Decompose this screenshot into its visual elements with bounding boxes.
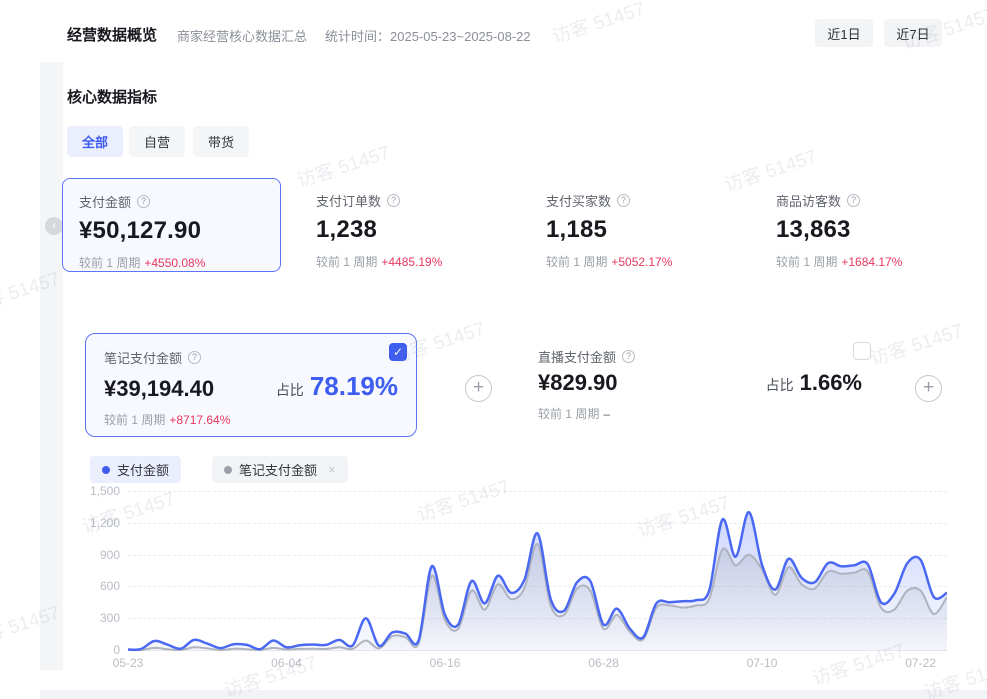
section-title-core-metrics: 核心数据指标 <box>67 86 157 107</box>
compare-label: 较前 1 周期 <box>79 256 140 270</box>
share-value: 1.66% <box>800 370 862 396</box>
tab-1[interactable]: 自营 <box>129 126 185 157</box>
note-payment-area <box>128 544 947 650</box>
y-axis-tick: 600 <box>72 579 120 593</box>
visitor-watermark: 访客 51457 <box>866 316 966 371</box>
carousel-left-arrow[interactable]: ‹ <box>45 217 63 235</box>
metric-label-text: 支付订单数 <box>316 191 381 210</box>
tab-0[interactable]: 全部 <box>67 126 123 157</box>
sub-card-label: 笔记支付金额? <box>104 348 398 367</box>
share-value: 78.19% <box>310 371 398 402</box>
left-gutter <box>40 62 63 670</box>
trend-area-chart <box>128 487 947 652</box>
metric-label-text: 商品访客数 <box>776 191 841 210</box>
share-group: 占比 78.19% <box>276 371 398 402</box>
page-subtitle: 商家经营核心数据汇总 <box>177 26 307 45</box>
checkbox-checked[interactable]: ✓ <box>389 343 407 361</box>
metric-label: 商品访客数? <box>776 191 963 210</box>
metric-label: 支付买家数? <box>546 191 733 210</box>
range-button-1day[interactable]: 近1日 <box>815 19 873 47</box>
legend-label: 支付金额 <box>117 460 169 479</box>
metric-card-1[interactable]: 支付订单数? 1,238 较前 1 周期 +4485.19% <box>300 178 519 272</box>
checkbox-unchecked[interactable] <box>853 342 871 360</box>
legend-pill-0[interactable]: 支付金额 <box>90 456 181 483</box>
add-metric-button-2[interactable]: + <box>915 375 942 402</box>
y-axis-tick: 0 <box>72 643 120 657</box>
metric-label: 支付金额? <box>79 192 264 211</box>
sub-card-compare: 较前 1 周期 +8717.64% <box>104 411 398 428</box>
info-icon[interactable]: ? <box>188 351 201 364</box>
metric-compare: 较前 1 周期 +4550.08% <box>79 254 264 271</box>
page-title: 经营数据概览 <box>67 24 157 45</box>
sub-card-0[interactable]: ✓笔记支付金额?¥39,194.40占比78.19%较前 1 周期+8717.6… <box>85 333 417 437</box>
x-axis-tick: 06-16 <box>430 656 461 670</box>
visitor-watermark: 访客 51457 <box>548 0 648 49</box>
sub-card-values: ¥829.90 占比 1.66% <box>538 370 862 396</box>
compare-label: 较前 1 周期 <box>104 413 165 427</box>
compare-delta: – <box>603 407 610 421</box>
close-icon[interactable]: × <box>328 462 336 477</box>
metric-label-text: 支付买家数 <box>546 191 611 210</box>
sub-card-label: 直播支付金额? <box>538 347 862 366</box>
metric-value: 1,238 <box>316 216 503 244</box>
metric-label-text: 支付金额 <box>79 192 131 211</box>
x-axis-tick: 07-22 <box>905 656 936 670</box>
tab-2[interactable]: 带货 <box>193 126 249 157</box>
compare-delta: +4485.19% <box>381 255 442 269</box>
metric-value: 1,185 <box>546 216 733 244</box>
metric-card-3[interactable]: 商品访客数? 13,863 较前 1 周期 +1684.17% <box>760 178 979 272</box>
stat-time-range: 统计时间：2025-05-23~2025-08-22 <box>325 26 531 45</box>
add-metric-button-1[interactable]: + <box>465 375 492 402</box>
metric-value: 13,863 <box>776 216 963 244</box>
y-axis-tick: 300 <box>72 611 120 625</box>
range-button-7day[interactable]: 近7日 <box>884 19 942 47</box>
legend-label: 笔记支付金额 <box>239 460 317 479</box>
sub-card-value: ¥829.90 <box>538 370 618 396</box>
info-icon[interactable]: ? <box>622 350 635 363</box>
info-icon[interactable]: ? <box>617 194 630 207</box>
metric-card-2[interactable]: 支付买家数? 1,185 较前 1 周期 +5052.17% <box>530 178 749 272</box>
legend-dot <box>224 466 232 474</box>
x-axis-tick: 07-10 <box>747 656 778 670</box>
sub-card-values: ¥39,194.40 占比 78.19% <box>104 371 398 402</box>
sub-card-label-text: 直播支付金额 <box>538 347 616 366</box>
compare-delta: +1684.17% <box>841 255 902 269</box>
y-axis-tick: 900 <box>72 548 120 562</box>
business-data-overview-page: 访客 51457访客 51457访客 51457访客 51457访客 51457… <box>0 0 987 699</box>
bottom-strip <box>40 690 987 699</box>
sub-card-label-text: 笔记支付金额 <box>104 348 182 367</box>
metric-value: ¥50,127.90 <box>79 217 264 245</box>
sub-card-compare: 较前 1 周期– <box>538 405 862 422</box>
compare-label: 较前 1 周期 <box>316 255 377 269</box>
legend-pill-1[interactable]: 笔记支付金额 × <box>212 456 348 483</box>
share-label: 占比 <box>276 380 304 400</box>
y-axis-tick: 1,500 <box>72 484 120 498</box>
metric-compare: 较前 1 周期 +5052.17% <box>546 253 733 270</box>
info-icon[interactable]: ? <box>137 195 150 208</box>
compare-label: 较前 1 周期 <box>776 255 837 269</box>
metric-compare: 较前 1 周期 +4485.19% <box>316 253 503 270</box>
x-axis-tick: 06-28 <box>588 656 619 670</box>
compare-delta: +4550.08% <box>144 256 205 270</box>
share-group: 占比 1.66% <box>766 370 862 396</box>
info-icon[interactable]: ? <box>847 194 860 207</box>
x-axis-tick: 05-23 <box>113 656 144 670</box>
metric-label: 支付订单数? <box>316 191 503 210</box>
info-icon[interactable]: ? <box>387 194 400 207</box>
metric-compare: 较前 1 周期 +1684.17% <box>776 253 963 270</box>
compare-label: 较前 1 周期 <box>546 255 607 269</box>
sub-card-1[interactable]: 直播支付金额? ¥829.90 占比 1.66% 较前 1 周期– <box>520 333 880 437</box>
compare-delta: +8717.64% <box>169 413 230 427</box>
metric-card-0[interactable]: 支付金额? ¥50,127.90 较前 1 周期 +4550.08% <box>62 178 281 272</box>
sub-card-value: ¥39,194.40 <box>104 376 214 402</box>
y-axis-tick: 1,200 <box>72 516 120 530</box>
share-label: 占比 <box>766 375 794 395</box>
legend-dot <box>102 466 110 474</box>
compare-label: 较前 1 周期 <box>538 407 599 421</box>
compare-delta: +5052.17% <box>611 255 672 269</box>
x-axis-tick: 06-04 <box>271 656 302 670</box>
